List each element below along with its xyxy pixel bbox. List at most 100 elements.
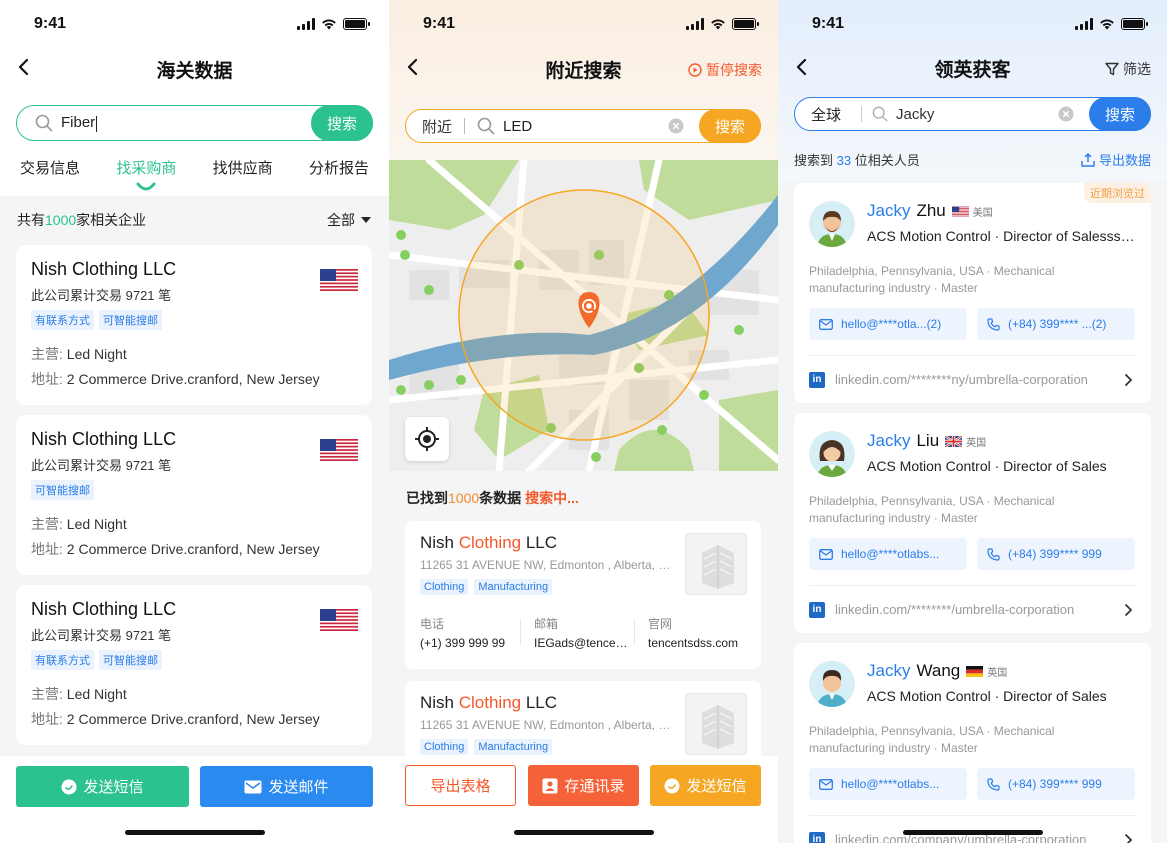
phone-value[interactable]: (+1) 399 999 99 bbox=[420, 636, 520, 650]
clear-icon[interactable] bbox=[668, 118, 684, 134]
send-sms-label: 发送短信 bbox=[83, 779, 144, 796]
search-value: Fiber bbox=[61, 114, 96, 132]
bottom-action-bar: 发送短信 发送邮件 bbox=[0, 756, 389, 843]
save-contacts-label: 存通讯录 bbox=[564, 778, 625, 795]
chevron-right-icon bbox=[1125, 834, 1133, 843]
search-input[interactable]: 全球 Jacky 搜索 bbox=[794, 97, 1151, 131]
back-icon[interactable] bbox=[14, 56, 36, 78]
search-icon bbox=[872, 106, 888, 122]
linkedin-link[interactable]: in linkedin.com/********ny/umbrella-corp… bbox=[809, 355, 1136, 403]
caret-down-icon bbox=[361, 216, 371, 223]
tag: 可智能搜邮 bbox=[31, 480, 94, 500]
tab-transactions[interactable]: 交易信息 bbox=[20, 157, 80, 178]
clear-icon[interactable] bbox=[1058, 106, 1074, 122]
avatar bbox=[809, 661, 855, 707]
tag: 可智能搜邮 bbox=[99, 310, 162, 330]
website-value[interactable]: tencentsdss.com bbox=[648, 636, 748, 650]
email-chip[interactable]: hello@****otla...(2) bbox=[809, 308, 967, 340]
person-card[interactable]: Jacky Liu 英国 ACS Motion Control · Directo… bbox=[794, 413, 1151, 633]
address-label: 地址: bbox=[31, 371, 63, 387]
phone-icon bbox=[987, 547, 1000, 561]
page-title: 海关数据 bbox=[156, 60, 233, 82]
us-flag-icon bbox=[320, 439, 358, 461]
send-sms-button[interactable]: 发送短信 bbox=[16, 766, 189, 807]
home-indicator bbox=[902, 830, 1043, 835]
phone-chip[interactable]: (+84) 399**** 999 bbox=[977, 768, 1135, 800]
filter-dropdown[interactable]: 全部 bbox=[327, 210, 371, 230]
page-title: 附近搜索 bbox=[545, 60, 622, 82]
search-button[interactable]: 搜索 bbox=[311, 105, 373, 141]
battery-icon bbox=[343, 18, 370, 30]
us-flag-icon bbox=[320, 609, 358, 631]
status-bar: 9:41 bbox=[0, 0, 389, 48]
pause-play-icon bbox=[688, 63, 702, 77]
search-icon bbox=[477, 117, 495, 135]
person-card[interactable]: 近期浏览过 Jacky Zhu 美国 ACS Motion Control · D… bbox=[794, 183, 1151, 403]
first-name: Jacky bbox=[867, 431, 911, 450]
person-card[interactable]: Jacky Wang 英国 ACS Motion Control · Direct… bbox=[794, 643, 1151, 843]
send-sms-button[interactable]: 发送短信 bbox=[650, 765, 761, 806]
job-role: ACS Motion Control · Director of Sales bbox=[867, 688, 1107, 704]
page-title: 领英获客 bbox=[934, 59, 1011, 81]
email-chip[interactable]: hello@****otlabs... bbox=[809, 768, 967, 800]
phone-chip[interactable]: (+84) 399**** 999 bbox=[977, 538, 1135, 570]
export-data-label: 导出数据 bbox=[1098, 153, 1151, 168]
signal-icon bbox=[297, 18, 315, 30]
screen-linkedin-leads: 9:41 领英获客 筛选 全球 Jacky 搜索 搜索到 33 位相关人员 导出… bbox=[778, 0, 1167, 843]
export-table-button[interactable]: 导出表格 bbox=[405, 765, 516, 806]
country: 美国 bbox=[972, 207, 993, 219]
save-contacts-button[interactable]: 存通讯录 bbox=[528, 765, 639, 806]
send-email-button[interactable]: 发送邮件 bbox=[200, 766, 373, 807]
phone-icon bbox=[987, 777, 1000, 791]
email-value: hello@****otlabs... bbox=[841, 777, 940, 791]
tab-analysis-report[interactable]: 分析报告 bbox=[309, 157, 369, 178]
avatar bbox=[809, 431, 855, 477]
back-icon[interactable] bbox=[792, 56, 814, 78]
back-icon[interactable] bbox=[403, 56, 425, 78]
signal-icon bbox=[1075, 18, 1093, 30]
email-label: 邮箱 bbox=[534, 617, 559, 631]
email-value[interactable]: IEGads@tencent.com bbox=[534, 636, 634, 650]
email-value: hello@****otlabs... bbox=[841, 547, 940, 561]
wifi-icon bbox=[322, 19, 336, 30]
home-indicator bbox=[513, 830, 654, 835]
tab-find-buyers-label: 找采购商 bbox=[116, 160, 177, 177]
main-value: Led Night bbox=[66, 346, 127, 362]
search-button[interactable]: 搜索 bbox=[1089, 97, 1151, 131]
building-icon bbox=[702, 545, 734, 589]
company-address: 11265 31 AVENUE NW, Edmonton , Alberta, … bbox=[420, 718, 675, 732]
company-card[interactable]: Nish Clothing LLC 此公司累计交易 9721 笔 可智能搜邮 主… bbox=[16, 415, 372, 575]
company-card[interactable]: Nish Clothing LLC 此公司累计交易 9721 笔 有联系方式 可智… bbox=[16, 245, 372, 405]
phone-chip[interactable]: (+84) 399**** ...(2) bbox=[977, 308, 1135, 340]
signal-icon bbox=[686, 18, 704, 30]
search-input[interactable]: Fiber 搜索 bbox=[16, 105, 373, 141]
mail-icon bbox=[819, 318, 833, 330]
scope-selector[interactable]: 全球 bbox=[811, 104, 841, 125]
email-chip[interactable]: hello@****otlabs... bbox=[809, 538, 967, 570]
scope-selector[interactable]: 附近 bbox=[422, 116, 452, 137]
linkedin-link[interactable]: in linkedin.com/********/umbrella-corpor… bbox=[809, 585, 1136, 633]
search-button[interactable]: 搜索 bbox=[699, 109, 761, 143]
country: 英国 bbox=[966, 437, 987, 449]
screen-nearby-search: 9:41 附近搜索 暂停搜索 附近 LED 搜索 已找到1000条数据 搜索中.… bbox=[389, 0, 778, 843]
us-flag-icon bbox=[320, 269, 358, 291]
status-bar: 9:41 bbox=[389, 0, 778, 48]
tab-find-suppliers[interactable]: 找供应商 bbox=[213, 157, 273, 178]
send-email-label: 发送邮件 bbox=[268, 779, 329, 796]
linkedin-icon: in bbox=[809, 371, 825, 388]
locate-me-button[interactable] bbox=[405, 417, 449, 461]
tab-find-buyers[interactable]: 找采购商 bbox=[116, 157, 177, 191]
mail-icon bbox=[819, 778, 833, 790]
bottom-action-bar: 导出表格 存通讯录 发送短信 bbox=[389, 756, 778, 843]
search-input[interactable]: 附近 LED 搜索 bbox=[405, 109, 761, 143]
company-card[interactable]: Nish Clothing LLC 此公司累计交易 9721 笔 有联系方式 可智… bbox=[16, 585, 372, 745]
company-card[interactable]: Nish Clothing LLC 11265 31 AVENUE NW, Ed… bbox=[405, 521, 761, 669]
linkedin-link[interactable]: in linkedin.com/company/umbrella-corpora… bbox=[809, 815, 1136, 843]
trade-count: 此公司累计交易 9721 笔 bbox=[31, 288, 172, 303]
status-bar: 9:41 bbox=[778, 0, 1167, 48]
screen-customs-data: 9:41 海关数据 Fiber 搜索 交易信息 找采购商 找供应商 分析报告 共… bbox=[0, 0, 389, 843]
export-data-button[interactable]: 导出数据 bbox=[1081, 150, 1151, 169]
pause-search-button[interactable]: 暂停搜索 bbox=[688, 60, 762, 80]
email-value: hello@****otla...(2) bbox=[841, 317, 942, 331]
filter-button[interactable]: 筛选 bbox=[1105, 59, 1151, 79]
